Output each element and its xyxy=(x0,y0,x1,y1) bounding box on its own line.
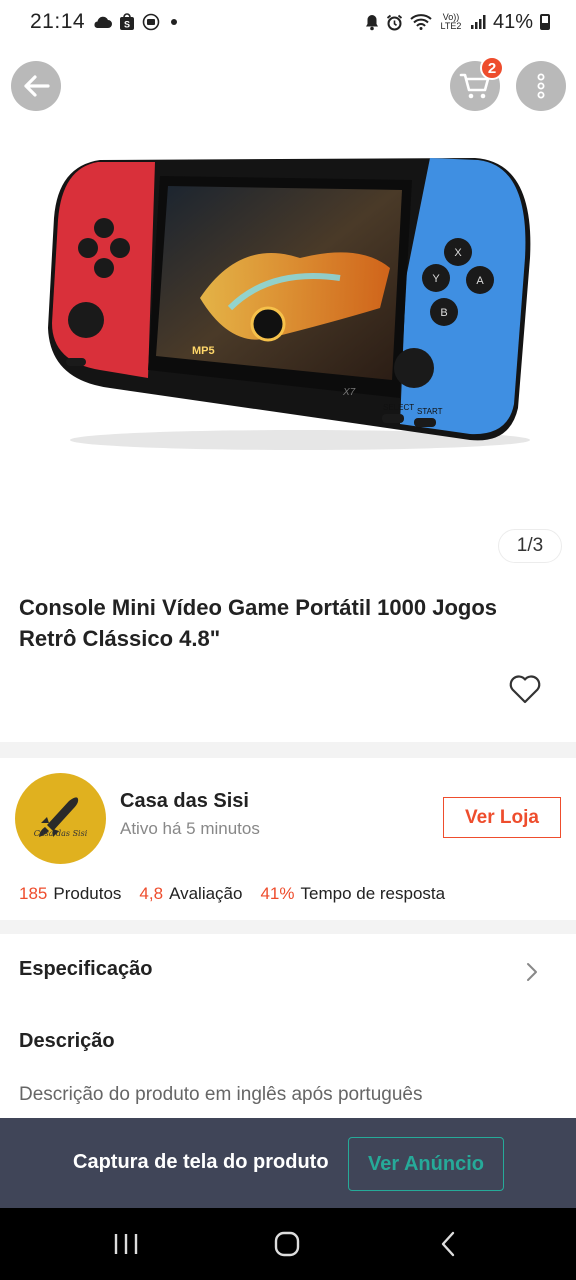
stat-value: 185 xyxy=(19,884,48,903)
shop-avatar[interactable]: Casa das Sisi xyxy=(15,773,106,864)
button-b-label: B xyxy=(440,307,447,319)
image-counter: 1/3 xyxy=(498,529,562,563)
handheld-game-console-image: MP5 X7 X Y A B SELECT START xyxy=(48,158,531,450)
description-text: Descrição do produto em inglês após port… xyxy=(19,1084,423,1105)
specification-label: Especificação xyxy=(19,958,153,980)
back-arrow-icon xyxy=(24,75,50,97)
model-label: X7 xyxy=(342,387,356,398)
volte-label: Vo)) LTE2 xyxy=(440,12,462,31)
button-a-label: A xyxy=(476,275,484,287)
button-x-label: X xyxy=(454,247,462,259)
chevron-right-icon xyxy=(527,963,537,981)
recents-button[interactable] xyxy=(112,1230,140,1258)
stat-rating: 4,8 Avaliação xyxy=(139,884,242,904)
wifi-icon xyxy=(410,14,432,30)
screenshot-caption: Captura de tela do produto xyxy=(73,1151,329,1173)
home-icon xyxy=(274,1231,300,1257)
shop-stats: 185 Produtos 4,8 Avaliação 41% Tempo de … xyxy=(19,884,445,904)
button-y-label: Y xyxy=(432,273,440,285)
alarm-clock-icon xyxy=(386,14,403,31)
media-icon xyxy=(142,13,160,31)
alarm-icon xyxy=(365,14,379,31)
stat-label: Produtos xyxy=(53,884,122,903)
nav-back-icon xyxy=(441,1231,455,1257)
section-divider xyxy=(0,742,576,758)
stat-label: Tempo de resposta xyxy=(300,884,446,903)
more-vertical-icon xyxy=(537,73,545,99)
battery-percent: 41% xyxy=(492,10,533,33)
dot-icon xyxy=(171,19,178,25)
back-button[interactable] xyxy=(11,61,61,111)
nav-back-button[interactable] xyxy=(436,1230,460,1258)
signal-icon xyxy=(470,14,486,30)
cloud-icon xyxy=(92,15,113,29)
status-right: Vo)) LTE2 41% xyxy=(365,11,550,34)
battery-icon xyxy=(540,14,550,30)
stat-label: Avaliação xyxy=(169,884,243,903)
cart-count-badge: 2 xyxy=(480,56,504,80)
bottom-action-bar: Captura de tela do produto Ver Anúncio xyxy=(0,1118,576,1208)
home-button[interactable] xyxy=(272,1230,302,1258)
rocket-logo-icon xyxy=(39,797,79,837)
stat-value: 4,8 xyxy=(139,884,164,903)
cart-button[interactable]: 2 xyxy=(450,56,504,111)
heart-icon xyxy=(509,675,541,704)
specification-row[interactable]: Especificação xyxy=(0,938,576,1004)
favorite-button[interactable] xyxy=(508,673,542,707)
more-options-button[interactable] xyxy=(516,61,566,111)
recents-icon xyxy=(114,1234,138,1254)
status-left: 21:14 S xyxy=(30,10,178,34)
select-label: SELECT xyxy=(383,403,414,412)
status-time: 21:14 xyxy=(30,10,86,33)
view-shop-button[interactable]: Ver Loja xyxy=(443,797,561,838)
shop-avatar-text: Casa das Sisi xyxy=(33,829,88,838)
product-gallery[interactable]: 2 MP5 X7 X Y A B SELECT START 1/3 xyxy=(0,44,576,576)
stat-value: 41% xyxy=(260,884,295,903)
shopee-notification-icon: S xyxy=(119,13,135,31)
view-listing-button[interactable]: Ver Anúncio xyxy=(348,1137,504,1191)
system-nav-bar xyxy=(0,1208,576,1280)
stat-products: 185 Produtos xyxy=(19,884,121,904)
shop-active-status: Ativo há 5 minutos xyxy=(120,819,260,838)
shop-section: Casa das Sisi Casa das Sisi Ativo há 5 m… xyxy=(0,760,576,920)
svg-text:S: S xyxy=(124,20,130,30)
start-label: START xyxy=(417,407,443,416)
shop-name[interactable]: Casa das Sisi xyxy=(120,790,249,813)
product-title: Console Mini Vídeo Game Portátil 1000 Jo… xyxy=(19,595,498,651)
stat-response-time: 41% Tempo de resposta xyxy=(260,884,445,904)
section-divider xyxy=(0,920,576,934)
description-title: Descrição xyxy=(19,1030,115,1052)
status-bar: 21:14 S Vo)) LTE2 41% xyxy=(0,0,576,44)
screen-mp5-label: MP5 xyxy=(192,345,215,357)
